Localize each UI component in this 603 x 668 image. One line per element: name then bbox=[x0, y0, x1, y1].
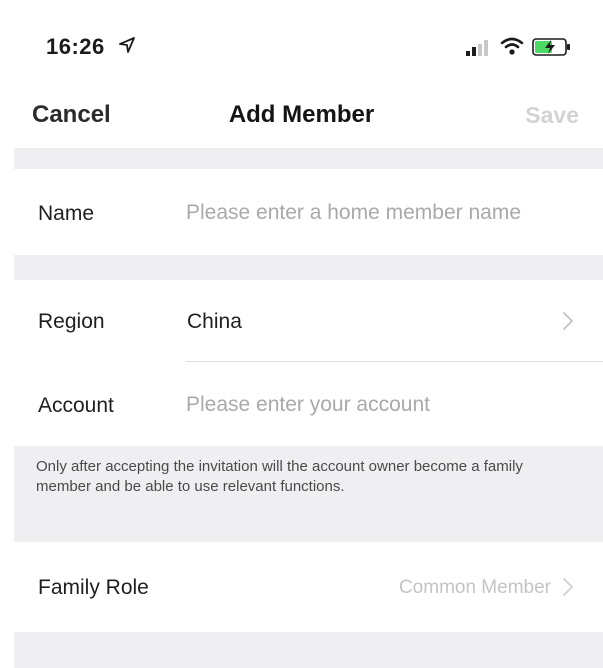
section-separator bbox=[14, 148, 603, 169]
account-label: Account bbox=[38, 394, 114, 417]
chevron-right-icon bbox=[563, 578, 573, 596]
account-input[interactable] bbox=[186, 392, 591, 418]
wifi-icon bbox=[500, 37, 524, 55]
family-role-value: Common Member bbox=[398, 577, 551, 598]
family-role-label: Family Role bbox=[38, 576, 149, 599]
invitation-notice: Only after accepting the invitation will… bbox=[36, 458, 523, 495]
save-button[interactable]: Save bbox=[525, 102, 579, 129]
region-label: Region bbox=[38, 310, 105, 333]
cancel-button[interactable]: Cancel bbox=[32, 101, 111, 129]
status-time: 16:26 bbox=[46, 34, 105, 59]
divider bbox=[186, 361, 603, 362]
chevron-right-icon bbox=[563, 312, 573, 330]
section-separator bbox=[14, 255, 603, 280]
name-input[interactable] bbox=[186, 200, 591, 226]
battery-charging-icon bbox=[532, 38, 570, 56]
section-separator bbox=[14, 632, 603, 668]
cellular-signal-icon bbox=[466, 40, 488, 56]
name-label: Name bbox=[38, 202, 95, 225]
region-value: China bbox=[187, 310, 242, 333]
location-arrow-icon bbox=[119, 37, 135, 53]
